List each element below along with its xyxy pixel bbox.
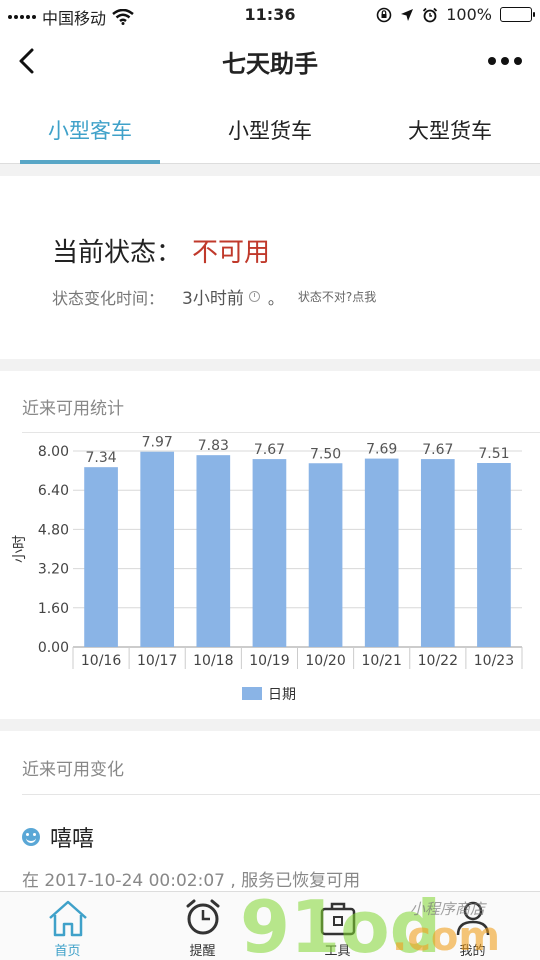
tabbar-item-reminder[interactable]: 提醒	[135, 892, 270, 960]
status-label: 当前状态：	[52, 238, 183, 268]
status-bar: 中国移动 11:36 100%	[0, 0, 540, 30]
tab-small-truck[interactable]: 小型货车	[180, 92, 360, 163]
x-tick-label: 10/21	[362, 653, 402, 669]
bar	[252, 459, 287, 647]
status-card: 当前状态： 不可用 状态变化时间： 3小时前 。 状态不对?点我	[0, 176, 540, 359]
bar-data-label: 7.51	[478, 446, 509, 462]
smiley-icon	[22, 828, 40, 846]
status-change-row: 状态变化时间： 3小时前 。 状态不对?点我	[52, 284, 376, 310]
y-axis-label: 小时	[12, 535, 28, 563]
bar	[196, 455, 231, 647]
legend-swatch	[242, 687, 262, 700]
x-tick-label: 10/20	[305, 653, 345, 669]
user-icon	[456, 901, 489, 936]
stats-card: 近来可用统计 0.00 1.60 3.20 4.80 6.40 8.00 小时 7.34 10/…	[0, 371, 540, 719]
divider	[22, 794, 540, 795]
bar-data-label: 7.67	[254, 442, 285, 458]
y-tick-label: 6.40	[38, 483, 69, 499]
battery-icon	[500, 7, 535, 22]
y-tick-label: 0.00	[38, 640, 69, 656]
tabbar-label: 工具	[324, 944, 351, 959]
change-entry-name: 嘻嘻	[50, 827, 95, 852]
small-clock-icon	[248, 291, 260, 302]
location-arrow-icon	[401, 8, 414, 21]
tab-large-truck[interactable]: 大型货车	[360, 92, 540, 163]
page-title: 七天助手	[222, 50, 318, 78]
home-icon	[48, 900, 87, 937]
change-entry-text: 在 2017-10-24 00:02:07 , 服务已恢复可用	[22, 871, 361, 891]
change-entry-header: 嘻嘻	[22, 821, 94, 853]
x-tick-label: 10/17	[137, 653, 177, 669]
vehicle-tabs: 小型客车 小型货车 大型货车	[0, 92, 540, 164]
change-time-label: 状态变化时间：	[52, 288, 165, 308]
nav-bar: 七天助手	[0, 30, 540, 92]
availability-bar-chart: 0.00 1.60 3.20 4.80 6.40 8.00 小时 7.34 10/16 7.97 1…	[12, 435, 523, 703]
change-time-value: 3小时前	[182, 289, 244, 309]
current-status: 当前状态： 不可用	[52, 232, 270, 269]
y-tick-label: 8.00	[38, 444, 69, 460]
x-tick-label: 10/16	[81, 653, 121, 669]
report-status-link[interactable]: 状态不对?点我	[298, 288, 376, 305]
separator-dot: 。	[267, 288, 284, 308]
x-tick-label: 10/22	[418, 653, 458, 669]
changes-title: 近来可用变化	[22, 760, 124, 780]
tabbar-item-me[interactable]: 我的	[405, 892, 540, 960]
bar-data-label: 7.83	[198, 438, 229, 454]
bar	[477, 463, 511, 647]
legend-label: 日期	[268, 687, 296, 703]
tabbar-label: 我的	[459, 944, 486, 959]
alarm-clock-icon	[186, 899, 219, 935]
status-right: 100%	[376, 5, 535, 24]
tabbar-item-home[interactable]: 首页	[0, 892, 135, 960]
tabbar-item-tools[interactable]: 工具	[270, 892, 405, 960]
changes-card: 近来可用变化 嘻嘻 在 2017-10-24 00:02:07 , 服务已恢复可…	[0, 731, 540, 891]
alarm-icon	[423, 7, 438, 22]
bar	[420, 459, 455, 647]
battery-percent: 100%	[446, 5, 492, 24]
bottom-tab-bar: 首页 提醒 工具 我的	[0, 891, 540, 960]
bar	[364, 458, 399, 647]
bar	[84, 467, 118, 647]
x-tick-label: 10/19	[249, 653, 289, 669]
bar-data-label: 7.97	[142, 435, 173, 451]
status-value: 不可用	[192, 238, 271, 268]
tab-small-car[interactable]: 小型客车	[0, 92, 180, 164]
bar-data-label: 7.34	[85, 450, 116, 466]
tabbar-label: 首页	[54, 944, 81, 959]
bar	[140, 451, 175, 647]
bar-data-label: 7.69	[366, 442, 397, 458]
rotation-lock-icon	[376, 7, 392, 22]
x-tick-label: 10/23	[474, 653, 514, 669]
y-tick-label: 3.20	[38, 562, 69, 578]
tabbar-label: 提醒	[189, 944, 216, 959]
y-tick-label: 4.80	[38, 522, 69, 538]
stats-title: 近来可用统计	[22, 399, 124, 419]
bar	[308, 463, 343, 647]
bar-data-label: 7.67	[422, 442, 453, 458]
toolbox-icon	[320, 902, 355, 936]
bar-data-label: 7.50	[310, 446, 341, 462]
y-tick-label: 1.60	[38, 601, 69, 617]
more-options-icon[interactable]	[488, 57, 522, 65]
x-tick-label: 10/18	[193, 653, 233, 669]
